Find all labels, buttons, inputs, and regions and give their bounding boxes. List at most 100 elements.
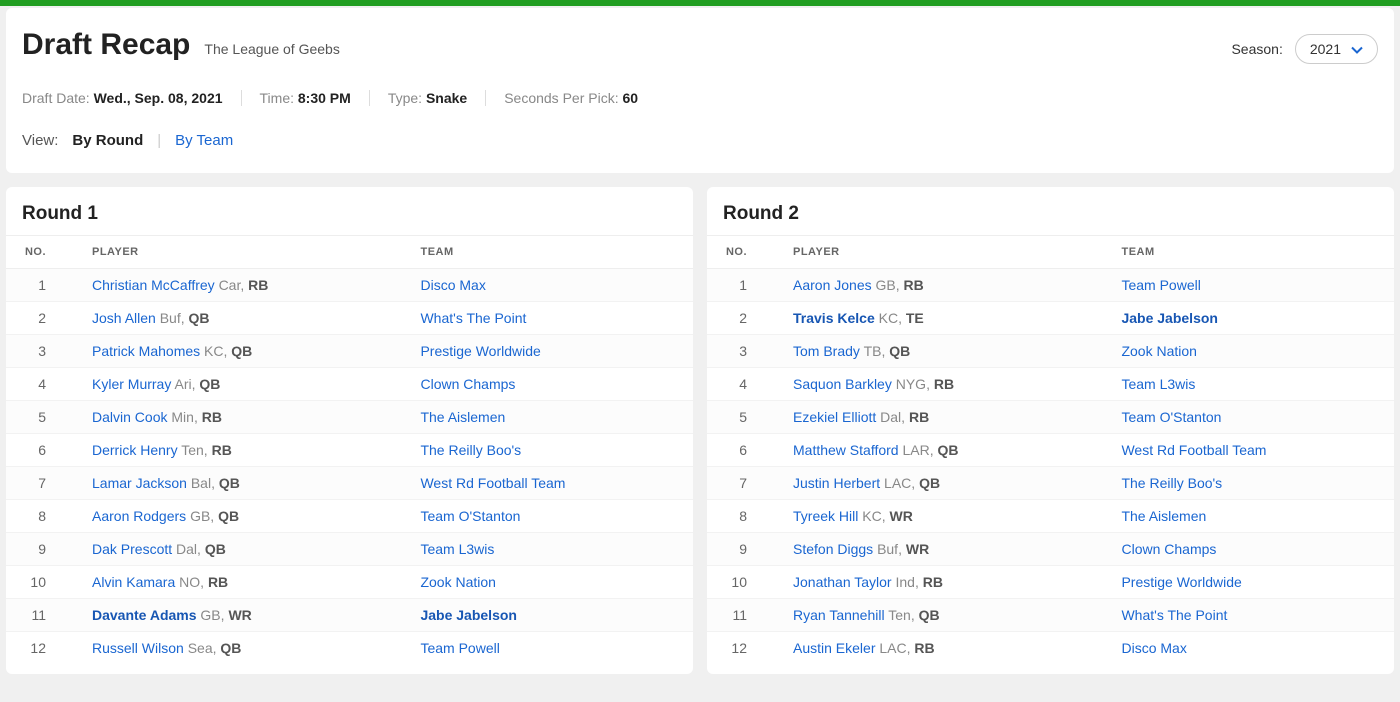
team-link[interactable]: Prestige Worldwide [420,343,540,359]
player-link[interactable]: Dak Prescott [92,541,172,557]
player-team-abbrev: GB [876,277,896,293]
pick-number: 11 [6,599,76,632]
team-link[interactable]: The Aislemen [1121,508,1206,524]
team-link[interactable]: West Rd Football Team [1121,442,1266,458]
column-header-team: TEAM [404,236,693,269]
team-link[interactable]: Team O'Stanton [420,508,520,524]
team-link[interactable]: Zook Nation [420,574,495,590]
team-link[interactable]: Disco Max [420,277,485,293]
team-link[interactable]: The Reilly Boo's [1121,475,1222,491]
team-cell: Clown Champs [1105,533,1394,566]
player-link[interactable]: Alvin Kamara [92,574,175,590]
team-cell: Jabe Jabelson [404,599,693,632]
pick-number: 1 [707,269,777,302]
player-position: TE [906,310,924,326]
player-team-abbrev: LAC [879,640,906,656]
player-link[interactable]: Matthew Stafford [793,442,899,458]
team-cell: Prestige Worldwide [1105,566,1394,599]
player-link[interactable]: Josh Allen [92,310,156,326]
team-link[interactable]: What's The Point [1121,607,1227,623]
table-row: 4Saquon Barkley NYG, RBTeam L3wis [707,368,1394,401]
seconds-per-pick-value: 60 [622,90,638,106]
team-cell: Team Powell [404,632,693,665]
column-header-no: NO. [6,236,76,269]
pick-number: 5 [6,401,76,434]
team-link[interactable]: Team L3wis [420,541,494,557]
team-cell: Zook Nation [1105,335,1394,368]
player-position: QB [199,376,220,392]
player-link[interactable]: Aaron Jones [793,277,872,293]
player-link[interactable]: Christian McCaffrey [92,277,215,293]
player-link[interactable]: Austin Ekeler [793,640,875,656]
player-team-abbrev: Ari [174,376,191,392]
player-link[interactable]: Dalvin Cook [92,409,167,425]
view-by-round[interactable]: By Round [72,132,143,149]
team-link[interactable]: Jabe Jabelson [420,607,517,623]
player-link[interactable]: Derrick Henry [92,442,178,458]
team-link[interactable]: Team O'Stanton [1121,409,1221,425]
view-label: View: [22,132,58,149]
team-link[interactable]: The Reilly Boo's [420,442,521,458]
team-link[interactable]: Clown Champs [420,376,515,392]
table-row: 7Justin Herbert LAC, QBThe Reilly Boo's [707,467,1394,500]
team-link[interactable]: Team Powell [1121,277,1200,293]
player-link[interactable]: Travis Kelce [793,310,875,326]
player-team-abbrev: KC [204,343,223,359]
team-cell: Team L3wis [1105,368,1394,401]
view-by-team[interactable]: By Team [175,132,233,149]
player-link[interactable]: Patrick Mahomes [92,343,200,359]
player-link[interactable]: Jonathan Taylor [793,574,892,590]
pick-number: 12 [6,632,76,665]
player-position: RB [212,442,232,458]
player-team-abbrev: Dal [880,409,901,425]
round-card: Round 2NO.PLAYERTEAM1Aaron Jones GB, RBT… [707,187,1394,674]
player-position: QB [919,607,940,623]
pick-number: 10 [6,566,76,599]
team-cell: Team Powell [1105,269,1394,302]
player-link[interactable]: Ryan Tannehill [793,607,885,623]
team-link[interactable]: Clown Champs [1121,541,1216,557]
team-link[interactable]: What's The Point [420,310,526,326]
player-link[interactable]: Davante Adams [92,607,197,623]
player-link[interactable]: Ezekiel Elliott [793,409,876,425]
team-link[interactable]: Jabe Jabelson [1121,310,1218,326]
pick-number: 9 [707,533,777,566]
team-link[interactable]: Zook Nation [1121,343,1196,359]
column-header-player: PLAYER [777,236,1105,269]
player-link[interactable]: Saquon Barkley [793,376,892,392]
player-position: QB [219,475,240,491]
table-row: 2Josh Allen Buf, QBWhat's The Point [6,302,693,335]
player-link[interactable]: Tyreek Hill [793,508,858,524]
player-link[interactable]: Aaron Rodgers [92,508,186,524]
draft-date-label: Draft Date: [22,90,94,106]
player-position: RB [934,376,954,392]
season-select[interactable]: 2021 [1295,34,1378,64]
draft-type-value: Snake [426,90,467,106]
pick-number: 2 [6,302,76,335]
team-link[interactable]: The Aislemen [420,409,505,425]
team-link[interactable]: Disco Max [1121,640,1186,656]
player-position: QB [205,541,226,557]
team-link[interactable]: Prestige Worldwide [1121,574,1241,590]
player-team-abbrev: KC [879,310,898,326]
player-cell: Saquon Barkley NYG, RB [777,368,1105,401]
view-separator: | [157,132,161,149]
team-cell: What's The Point [1105,599,1394,632]
player-link[interactable]: Lamar Jackson [92,475,187,491]
team-link[interactable]: West Rd Football Team [420,475,565,491]
team-link[interactable]: Team L3wis [1121,376,1195,392]
player-team-abbrev: LAR [902,442,929,458]
pick-number: 7 [707,467,777,500]
team-cell: The Aislemen [1105,500,1394,533]
player-cell: Travis Kelce KC, TE [777,302,1105,335]
player-position: RB [208,574,228,590]
draft-meta: Draft Date: Wed., Sep. 08, 2021 Time: 8:… [22,90,1378,106]
player-link[interactable]: Stefon Diggs [793,541,873,557]
player-link[interactable]: Tom Brady [793,343,860,359]
team-link[interactable]: Team Powell [420,640,499,656]
player-link[interactable]: Russell Wilson [92,640,184,656]
player-link[interactable]: Kyler Murray [92,376,171,392]
team-cell: West Rd Football Team [404,467,693,500]
player-link[interactable]: Justin Herbert [793,475,880,491]
pick-number: 3 [6,335,76,368]
